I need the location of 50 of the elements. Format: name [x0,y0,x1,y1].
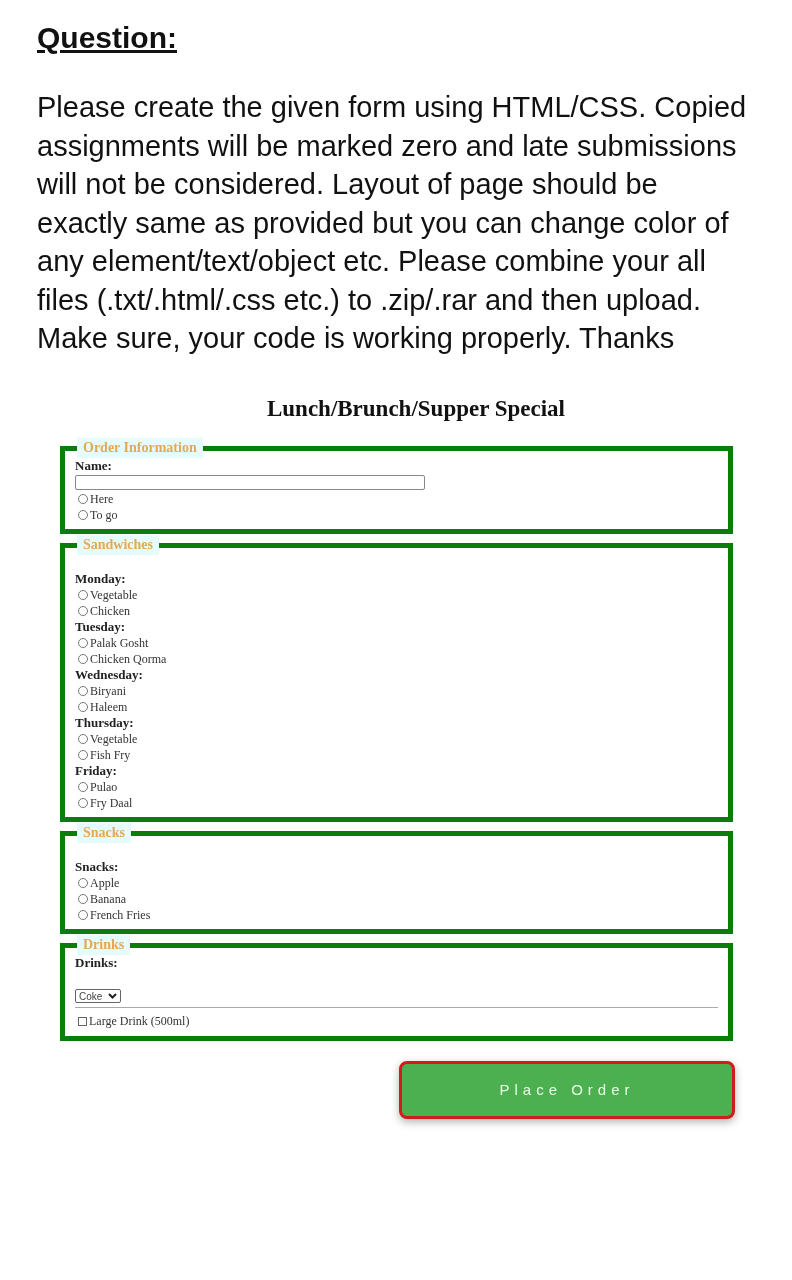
radio-label: Biryani [90,683,126,700]
section-legend: Snacks [77,823,132,843]
radio-label: Chicken [90,603,130,620]
radio-button[interactable] [78,878,88,888]
radio-button[interactable] [78,510,88,520]
radio-label: Chicken Qorma [90,651,167,668]
checkbox-label: Large Drink (500ml) [89,1013,190,1030]
radio-button[interactable] [78,638,88,648]
radio-label: Apple [90,875,120,892]
radio-button[interactable] [78,654,88,664]
field-label: Tuesday: [75,619,126,635]
name-input-field[interactable] [75,475,425,490]
field-label: Name: [75,458,112,474]
radio-button[interactable] [78,494,88,504]
radio-label: To go [90,507,118,524]
field-label: Monday: [75,571,126,587]
field-label: Thursday: [75,715,134,731]
radio-label: Vegetable [90,731,138,748]
question-heading: Question: [37,20,177,56]
form-title: Lunch/Brunch/Supper Special [265,394,565,423]
field-label: Friday: [75,763,117,779]
radio-button[interactable] [78,750,88,760]
section-legend: Drinks [77,935,131,955]
drink-select[interactable]: Coke [75,989,122,1003]
field-label: Wednesday: [75,667,143,683]
radio-label: Fry Daal [90,795,133,812]
field-label: Drinks: [75,955,118,971]
radio-label: French Fries [90,907,151,924]
radio-label: Fish Fry [90,747,131,764]
section-legend: Sandwiches [77,535,160,555]
radio-button[interactable] [78,590,88,600]
chevron-down-icon [108,993,118,999]
radio-label: Banana [90,891,126,908]
field-label: Snacks: [75,859,119,875]
radio-button[interactable] [78,910,88,920]
radio-label: Here [90,491,114,508]
radio-label: Vegetable [90,587,138,604]
section-legend: Order Information [77,438,203,458]
radio-button[interactable] [78,798,88,808]
radio-button[interactable] [78,894,88,904]
radio-button[interactable] [78,702,88,712]
radio-button[interactable] [78,782,88,792]
question-text: Please create the given form using HTML/CSS. Copied assignments will be marked zero and late submissions will not be considered. Layout of page should be exactly same as provided but you can change color of any element/text/object etc. Please combine your all files (.txt/.html/.css etc.) to .zip/.rar and then upload. Make sure, your code is working properly. Thanks [37,90,748,356]
checkbox[interactable] [78,1016,87,1026]
radio-label: Pulao [90,779,118,796]
radio-button[interactable] [78,734,88,744]
radio-label: Haleem [90,699,128,716]
radio-label: Palak Gosht [90,635,149,652]
radio-button[interactable] [78,606,88,616]
radio-button[interactable] [78,686,88,696]
